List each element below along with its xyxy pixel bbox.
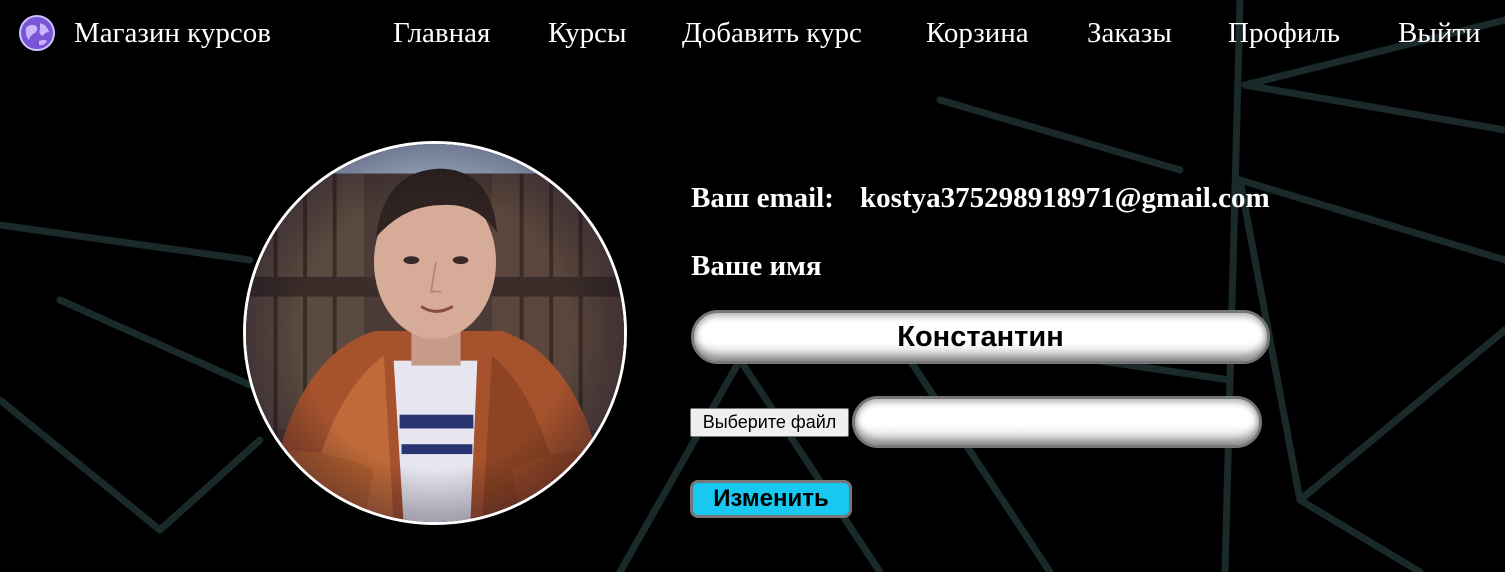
brand-title: Магазин курсов	[74, 17, 271, 49]
navbar: Магазин курсов Главная Курсы Добавить ку…	[0, 0, 1505, 68]
choose-file-button[interactable]: Выберите файл	[690, 408, 849, 437]
user-photo	[246, 144, 624, 522]
globe-icon	[18, 14, 56, 52]
file-name-field[interactable]	[852, 396, 1262, 448]
avatar	[243, 141, 627, 525]
nav-item-courses[interactable]: Курсы	[548, 14, 627, 52]
email-value: kostya375298918971@gmail.com	[860, 182, 1270, 214]
nav-item-profile[interactable]: Профиль	[1228, 14, 1340, 52]
nav-item-cart[interactable]: Корзина	[926, 14, 1029, 52]
update-profile-button[interactable]: Изменить	[690, 480, 852, 518]
nav-item-home[interactable]: Главная	[393, 14, 490, 52]
name-label: Ваше имя	[691, 250, 822, 282]
nav-item-logout[interactable]: Выйти	[1398, 14, 1481, 52]
email-label: Ваш email:	[691, 182, 834, 214]
name-field[interactable]	[691, 310, 1270, 364]
nav-item-orders[interactable]: Заказы	[1087, 14, 1172, 52]
nav-item-add-course[interactable]: Добавить курс	[682, 14, 862, 52]
brand-link[interactable]: Магазин курсов	[18, 14, 271, 52]
